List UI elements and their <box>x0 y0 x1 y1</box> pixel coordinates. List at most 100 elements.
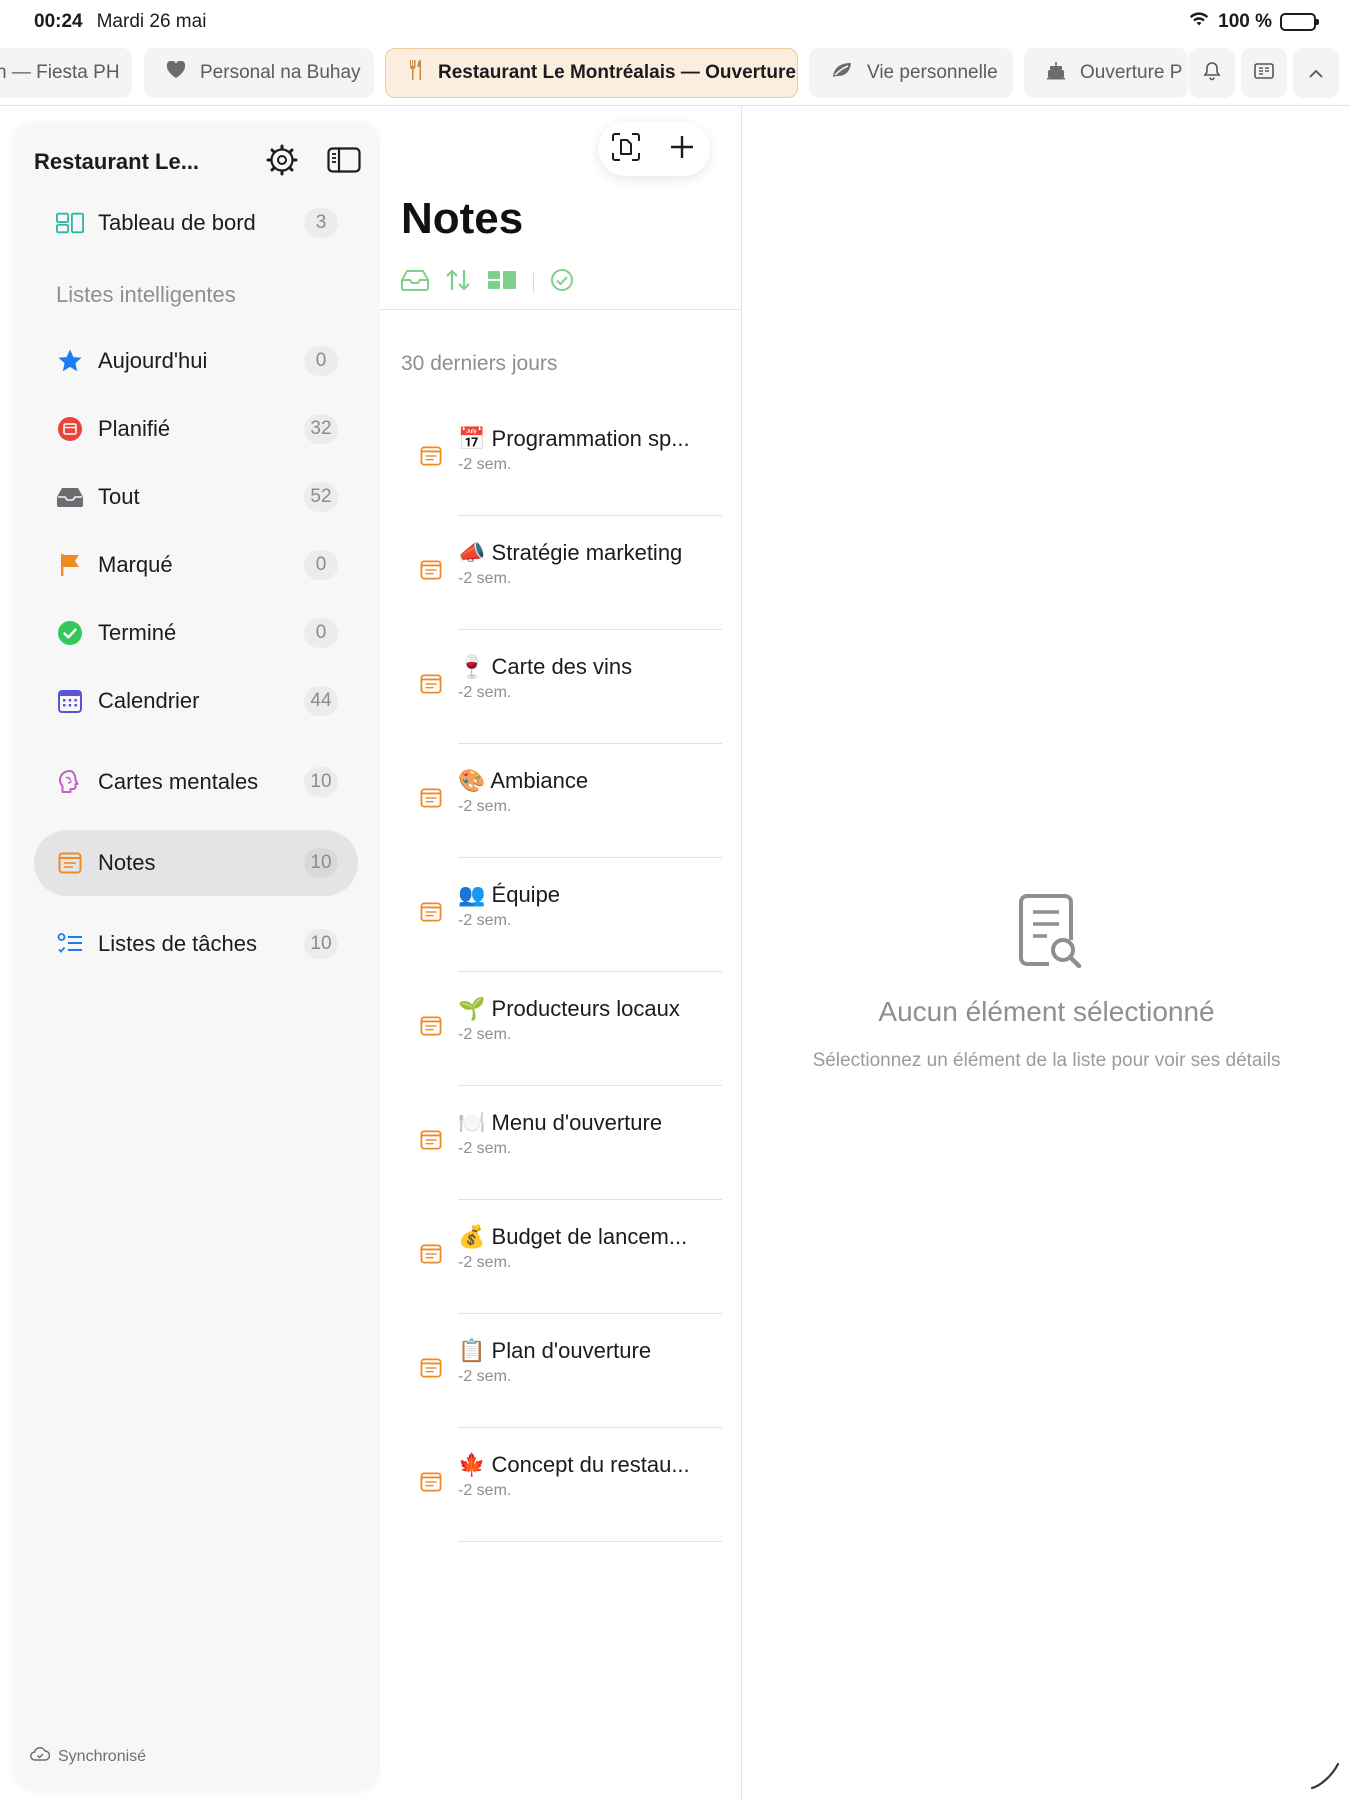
sidebar-item-label: Marqué <box>98 552 173 577</box>
status-bar: 00:24 Mardi 26 mai 100 % <box>0 0 1350 44</box>
note-list-item[interactable]: 📣 Stratégie marketing -2 sem. <box>380 516 742 630</box>
sidebar-item-calendar[interactable]: Calendrier 44 <box>34 668 358 734</box>
sidebar-item-planned[interactable]: Planifié 32 <box>34 396 358 462</box>
tab-label: Vie personnelle <box>867 62 998 83</box>
filter-divider <box>533 272 534 293</box>
note-title: 🌱 Producteurs locaux <box>458 996 680 1022</box>
star-icon <box>56 347 84 375</box>
note-list-item[interactable]: 🎨 Ambiance -2 sem. <box>380 744 742 858</box>
checkmark-circle-icon <box>56 619 84 647</box>
detail-pane: Aucun élément sélectionné Sélectionnez u… <box>743 106 1350 1800</box>
sidebar-item-label: Tout <box>98 484 140 509</box>
note-icon <box>56 849 84 877</box>
note-list-item[interactable]: 📅 Programmation sp... -2 sem. <box>380 402 742 516</box>
sidebar-item-task-lists[interactable]: Listes de tâches 10 <box>34 911 358 977</box>
note-timestamp: -2 sem. <box>458 912 512 929</box>
note-list-item[interactable]: 📋 Plan d'ouverture -2 sem. <box>380 1314 742 1428</box>
project-title[interactable]: Restaurant Le... <box>34 149 240 175</box>
note-timestamp: -2 sem. <box>458 1254 512 1271</box>
notifications-button[interactable] <box>1189 48 1235 98</box>
group-view-icon[interactable] <box>487 270 517 295</box>
fork-knife-icon <box>408 59 424 87</box>
note-timestamp: -2 sem. <box>458 1368 512 1385</box>
note-title-text: Budget de lancem... <box>491 1224 688 1249</box>
note-title-text: Ambiance <box>490 768 589 793</box>
note-icon <box>420 446 442 468</box>
sidebar-item-label: Terminé <box>98 620 177 645</box>
sort-icon[interactable] <box>445 268 471 297</box>
item-count-badge: 0 <box>304 346 338 376</box>
note-emoji: 📋 <box>458 1338 486 1363</box>
note-title-text: Menu d'ouverture <box>491 1110 663 1135</box>
bell-icon <box>1203 61 1221 86</box>
sidebar-item-all[interactable]: Tout 52 <box>34 464 358 530</box>
sidebar-item-notes[interactable]: Notes 10 <box>34 830 358 896</box>
collapse-tabs-button[interactable] <box>1293 48 1339 98</box>
list-toolbar <box>598 122 710 176</box>
note-list-item[interactable]: 💰 Budget de lancem... -2 sem. <box>380 1200 742 1314</box>
item-count-badge: 3 <box>304 208 338 238</box>
note-emoji: 🎨 <box>458 768 486 793</box>
heart-icon <box>166 60 186 85</box>
note-list-item[interactable]: 🍷 Carte des vins -2 sem. <box>380 630 742 744</box>
note-title-text: Équipe <box>491 882 561 907</box>
note-title-text: Producteurs locaux <box>491 996 680 1021</box>
checklist-icon <box>56 930 84 958</box>
sidebar: Restaurant Le... Tableau de bord 3 Liste… <box>13 122 380 1788</box>
note-title-text: Carte des vins <box>491 654 633 679</box>
note-icon <box>420 674 442 696</box>
toggle-sidebar-button[interactable] <box>324 142 364 182</box>
sidebar-item-flagged[interactable]: Marqué 0 <box>34 532 358 598</box>
note-title: 👥 Équipe <box>458 882 560 908</box>
note-emoji: 📣 <box>458 540 486 565</box>
sidebar-item-today[interactable]: Aujourd'hui 0 <box>34 328 358 394</box>
tab-restaurant-le-montrealais[interactable]: Restaurant Le Montréalais — Ouverture <box>385 48 798 98</box>
row-divider <box>458 1541 722 1542</box>
note-emoji: 📅 <box>458 426 486 451</box>
item-count-badge: 10 <box>304 929 338 959</box>
note-timestamp: -2 sem. <box>458 456 512 473</box>
reader-view-button[interactable] <box>1241 48 1287 98</box>
note-title: 💰 Budget de lancem... <box>458 1224 687 1250</box>
note-timestamp: -2 sem. <box>458 1482 512 1499</box>
settings-button[interactable] <box>262 142 302 182</box>
inbox-filter-icon[interactable] <box>401 269 429 296</box>
item-count-badge: 44 <box>304 686 338 716</box>
flag-icon <box>56 551 84 579</box>
scan-document-button[interactable] <box>607 130 645 168</box>
sidebar-item-mind-maps[interactable]: Cartes mentales 10 <box>34 749 358 815</box>
sidebar-item-label: Planifié <box>98 416 171 441</box>
show-completed-icon[interactable] <box>550 268 574 297</box>
sidebar-icon <box>327 146 361 178</box>
status-date: Mardi 26 mai <box>96 11 207 32</box>
wifi-icon <box>1188 11 1210 33</box>
note-list-item[interactable]: 🌱 Producteurs locaux -2 sem. <box>380 972 742 1086</box>
note-title-text: Concept du restau... <box>491 1452 690 1477</box>
note-title: 🎨 Ambiance <box>458 768 588 794</box>
sidebar-item-completed[interactable]: Terminé 0 <box>34 600 358 666</box>
note-list-item[interactable]: 🍁 Concept du restau... -2 sem. <box>380 1428 742 1542</box>
sync-status: Synchronisé <box>30 1746 146 1766</box>
tab-fiesta-ph[interactable]: n — Fiesta PH <box>0 48 132 98</box>
tab-personal-na-buhay[interactable]: Personal na Buhay <box>144 48 374 98</box>
empty-state-title: Aucun élément sélectionné <box>878 996 1215 1027</box>
sidebar-item-label: Notes <box>98 850 156 875</box>
note-list-item[interactable]: 👥 Équipe -2 sem. <box>380 858 742 972</box>
tab-ouverture-p[interactable]: Ouverture P <box>1024 48 1188 98</box>
note-icon <box>420 1130 442 1152</box>
cloud-check-icon <box>30 1746 51 1766</box>
note-emoji: 🍽️ <box>458 1110 486 1135</box>
note-title: 📋 Plan d'ouverture <box>458 1338 651 1364</box>
item-count-badge: 10 <box>304 848 338 878</box>
tab-label: Personal na Buhay <box>200 62 361 83</box>
note-title-text: Programmation sp... <box>491 426 690 451</box>
note-timestamp: -2 sem. <box>458 1026 512 1043</box>
sidebar-item-dashboard[interactable]: Tableau de bord 3 <box>34 190 358 256</box>
add-button[interactable] <box>663 130 701 168</box>
tab-label: Restaurant Le Montréalais — Ouverture <box>438 62 796 83</box>
leaf-icon <box>831 61 853 85</box>
note-icon <box>420 1244 442 1266</box>
tab-vie-personnelle[interactable]: Vie personnelle <box>809 48 1013 98</box>
sidebar-header: Restaurant Le... <box>34 140 364 184</box>
note-list-item[interactable]: 🍽️ Menu d'ouverture -2 sem. <box>380 1086 742 1200</box>
